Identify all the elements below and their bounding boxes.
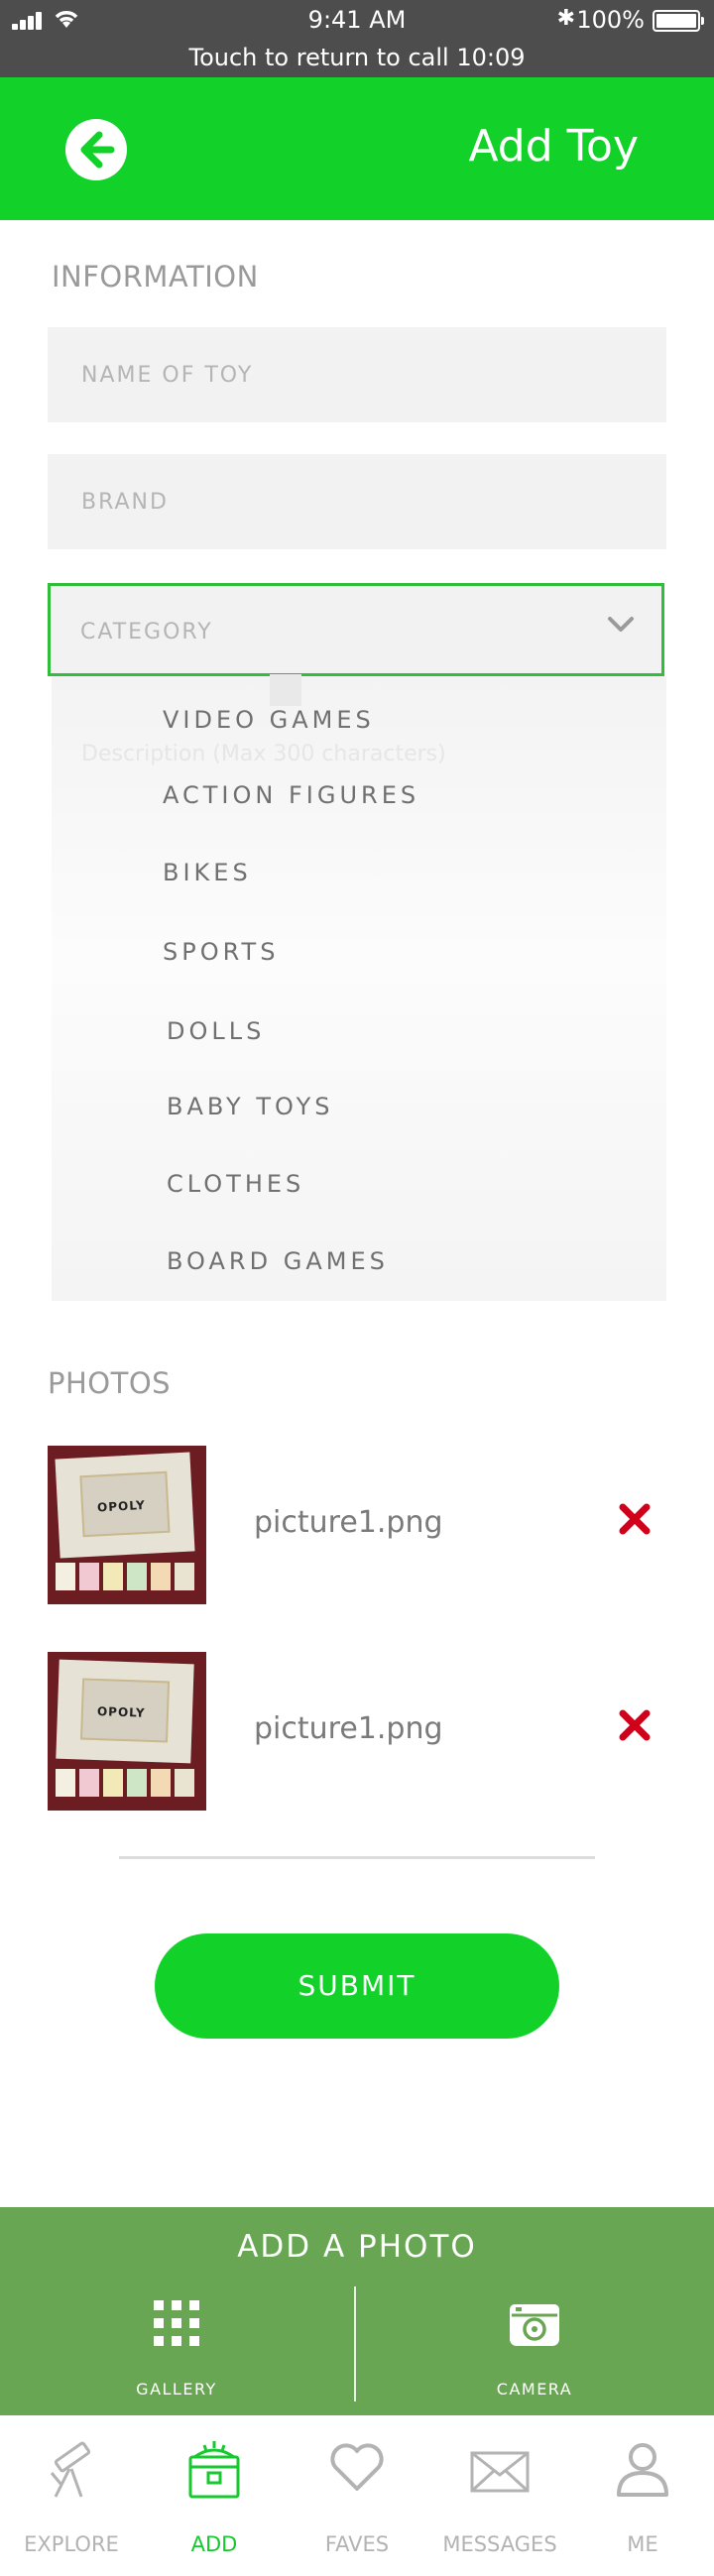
photo-item: OPOLY picture1.png bbox=[48, 1446, 666, 1606]
category-option[interactable]: BIKES bbox=[163, 859, 252, 886]
tab-label: FAVES bbox=[324, 2532, 390, 2556]
tab-label: ADD bbox=[190, 2532, 238, 2556]
tab-label: ME bbox=[627, 2532, 658, 2556]
category-option[interactable]: ACTION FIGURES bbox=[163, 781, 419, 809]
add-photo-title: ADD A PHOTO bbox=[237, 2229, 477, 2265]
telescope-icon bbox=[50, 2441, 91, 2498]
toy-name-field[interactable]: NAME OF TOY bbox=[48, 327, 666, 422]
panel-divider bbox=[354, 2286, 356, 2401]
photo-item: OPOLY picture1.png bbox=[48, 1652, 666, 1813]
camera-label: CAMERA bbox=[496, 2380, 573, 2399]
back-button[interactable] bbox=[65, 119, 127, 180]
battery-percent: 100% bbox=[576, 6, 645, 34]
photo-thumbnail[interactable]: OPOLY bbox=[48, 1446, 206, 1604]
page-title: Add Toy bbox=[468, 121, 639, 172]
board-image: OPOLY bbox=[56, 1659, 194, 1764]
heart-icon bbox=[330, 2443, 384, 2491]
category-placeholder: CATEGORY bbox=[80, 620, 213, 644]
board-label: OPOLY bbox=[96, 1497, 147, 1515]
app-header: Add Toy bbox=[0, 77, 714, 220]
tab-bar: EXPLORE ADD FAVES MESSAGES ME bbox=[0, 2415, 714, 2576]
remove-photo-button[interactable] bbox=[617, 1707, 653, 1743]
tab-label: MESSAGES bbox=[442, 2532, 557, 2556]
user-icon bbox=[617, 2443, 668, 2497]
call-banner[interactable]: Touch to return to call 10:09 bbox=[0, 44, 714, 71]
tab-faves[interactable]: FAVES bbox=[286, 2415, 428, 2576]
information-heading: INFORMATION bbox=[52, 260, 259, 293]
tab-me[interactable]: ME bbox=[571, 2415, 714, 2576]
category-select[interactable]: CATEGORY bbox=[48, 583, 664, 676]
board-label: OPOLY bbox=[96, 1704, 146, 1720]
tab-add[interactable]: ADD bbox=[143, 2415, 286, 2576]
photo-thumbnail[interactable]: OPOLY bbox=[48, 1652, 206, 1811]
cards-image bbox=[48, 1763, 206, 1803]
tab-explore[interactable]: EXPLORE bbox=[0, 2415, 143, 2576]
camera-icon bbox=[510, 2304, 559, 2346]
board-image: OPOLY bbox=[55, 1452, 195, 1559]
category-option[interactable]: VIDEO GAMES bbox=[163, 706, 375, 734]
gallery-button[interactable]: GALLERY bbox=[58, 2298, 296, 2407]
submit-button[interactable]: SUBMIT bbox=[155, 1933, 559, 2039]
camera-button[interactable]: CAMERA bbox=[416, 2298, 654, 2407]
file-name: picture1.png bbox=[254, 1711, 443, 1746]
arrow-left-icon bbox=[80, 131, 115, 169]
cards-image bbox=[48, 1557, 206, 1596]
file-name: picture1.png bbox=[254, 1505, 443, 1540]
toy-name-placeholder: NAME OF TOY bbox=[81, 363, 254, 388]
description-hint: Description (Max 300 characters) bbox=[81, 742, 446, 766]
status-bar: 9:41 AM ✱ 100% Touch to return to call 1… bbox=[0, 0, 714, 77]
divider bbox=[119, 1856, 595, 1859]
battery-icon bbox=[653, 10, 704, 32]
add-photo-panel: ADD A PHOTO GALLERY CAMERA bbox=[0, 2207, 714, 2415]
tab-messages[interactable]: MESSAGES bbox=[428, 2415, 571, 2576]
category-option[interactable]: DOLLS bbox=[167, 1017, 265, 1045]
photos-heading: PHOTOS bbox=[48, 1366, 172, 1400]
category-dropdown: Description (Max 300 characters) VIDEO G… bbox=[52, 674, 666, 1301]
category-option[interactable]: CLOTHES bbox=[167, 1170, 304, 1198]
bluetooth-icon: ✱ bbox=[556, 6, 575, 31]
tab-label: EXPLORE bbox=[24, 2532, 119, 2556]
toy-chest-icon bbox=[188, 2441, 240, 2499]
envelope-icon bbox=[470, 2451, 530, 2493]
ghost-checkbox bbox=[270, 674, 301, 706]
category-option[interactable]: SPORTS bbox=[163, 938, 279, 966]
remove-photo-button[interactable] bbox=[617, 1501, 653, 1537]
brand-field[interactable]: BRAND bbox=[48, 454, 666, 549]
grid-icon bbox=[154, 2300, 199, 2346]
category-option[interactable]: BOARD GAMES bbox=[167, 1247, 389, 1275]
category-option[interactable]: BABY TOYS bbox=[167, 1093, 333, 1120]
gallery-label: GALLERY bbox=[136, 2380, 217, 2399]
chevron-down-icon[interactable] bbox=[606, 614, 636, 636]
brand-placeholder: BRAND bbox=[81, 490, 169, 515]
